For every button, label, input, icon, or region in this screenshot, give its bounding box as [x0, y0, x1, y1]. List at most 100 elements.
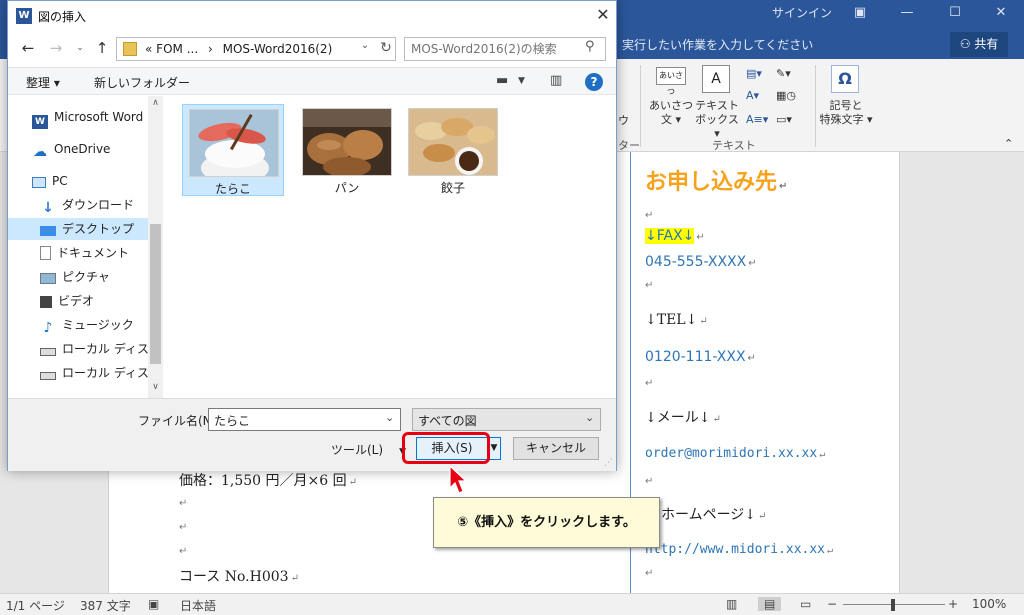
paragraph-mark: ↵	[758, 511, 767, 522]
new-folder-button[interactable]: 新しいフォルダー	[94, 74, 190, 91]
nav-item-documents[interactable]: ドキュメント	[8, 242, 148, 264]
language-indicator[interactable]: 日本語	[180, 597, 216, 614]
forward-arrow-icon[interactable]: →	[46, 37, 66, 59]
nav-label: ローカル ディスク (C	[62, 342, 148, 356]
nav-item-music[interactable]: ♪ ミュージック	[8, 314, 148, 336]
zoom-out-icon[interactable]: −	[827, 597, 837, 611]
ribbon-separator	[640, 65, 641, 147]
tel-number: 0120-111-XXX	[645, 349, 746, 365]
quick-parts-icon[interactable]: ▤▾	[746, 67, 762, 81]
breadcrumb-fom[interactable]: FOM ...	[156, 42, 198, 56]
nav-item-onedrive[interactable]: ☁ OneDrive	[8, 138, 148, 160]
date-time-icon[interactable]: ▦◷	[776, 89, 796, 103]
symbols-button[interactable]: 記号と 特殊文字 ▾	[815, 99, 877, 127]
organize-button[interactable]: 整理 ▾	[26, 74, 60, 91]
view-options-icon[interactable]: ▬	[496, 73, 508, 88]
breadcrumb-overflow[interactable]: «	[145, 42, 152, 56]
nav-item-pc[interactable]: PC	[8, 170, 148, 192]
nav-item-pictures[interactable]: ピクチャ	[8, 266, 148, 288]
zoom-slider-thumb[interactable]	[891, 599, 895, 611]
greeting-button[interactable]: あいさつ 文 ▾	[648, 99, 694, 127]
view-dropdown-icon[interactable]: ▼	[518, 76, 525, 86]
dialog-title-bar[interactable]: W 図の挿入 ✕	[8, 1, 616, 31]
search-input[interactable]	[411, 41, 581, 57]
zoom-in-icon[interactable]: +	[948, 597, 958, 611]
dialog-footer: ファイル名(N): たらこ ⌄ すべての図 ⌄ ツール(L) ▼ 挿入(S) ▼ …	[8, 398, 616, 471]
search-box[interactable]: ⚲	[404, 37, 606, 61]
print-layout-icon[interactable]: ▤	[758, 597, 782, 611]
picture-icon	[40, 273, 56, 284]
help-icon[interactable]: ?	[585, 73, 603, 91]
share-button[interactable]: ⚇ 共有	[950, 32, 1008, 57]
nav-item-local-disk-c[interactable]: ローカル ディスク (C	[8, 338, 148, 360]
home-label: ホームページ↓	[661, 507, 757, 523]
tools-menu[interactable]: ツール(L) ▼	[331, 441, 406, 458]
nav-label: ビデオ	[58, 294, 95, 308]
preview-pane-icon[interactable]: ▥	[550, 73, 562, 88]
greeting-icon: あいさつ	[656, 67, 686, 96]
proofing-icon[interactable]: ▣	[148, 597, 159, 611]
signature-line-icon[interactable]: ✎▾	[776, 67, 791, 81]
web-layout-icon[interactable]: ▭	[800, 597, 811, 611]
fax-number: 045-555-XXXX	[645, 254, 747, 270]
breadcrumb-separator[interactable]: ›	[208, 42, 213, 56]
nav-item-videos[interactable]: ビデオ	[8, 290, 148, 312]
video-icon	[40, 296, 52, 308]
file-item-tarako[interactable]: たらこ	[182, 104, 284, 196]
cancel-button[interactable]: キャンセル	[513, 437, 599, 460]
textbox-button[interactable]: テキスト ボックス ▾	[694, 99, 740, 141]
greeting-label-1: あいさつ	[649, 99, 693, 112]
nav-item-downloads[interactable]: ↓ ダウンロード	[8, 194, 148, 216]
nav-item-microsoft-word[interactable]: W Microsoft Word	[8, 106, 148, 129]
page-count[interactable]: 1/1 ページ	[6, 597, 65, 614]
filename-field[interactable]: たらこ ⌄	[208, 408, 401, 431]
file-item-gyoza[interactable]: 餃子	[402, 104, 504, 196]
wordart-icon[interactable]: A▾	[746, 89, 759, 103]
paragraph-mark: ↵	[819, 449, 826, 460]
ribbon-display-options-icon[interactable]: ▣	[845, 2, 875, 26]
signin-link[interactable]: サインイン	[772, 4, 832, 21]
address-bar[interactable]: « FOM ... › MOS-Word2016(2) ⌄ ↻	[116, 37, 396, 61]
scroll-down-icon[interactable]: ∨	[148, 382, 163, 392]
tarako-thumbnail	[189, 109, 279, 177]
dropcap-icon[interactable]: A≡▾	[746, 113, 768, 127]
nav-item-local-disk-d[interactable]: ローカル ディスク (D	[8, 362, 148, 384]
highlight-ring	[402, 432, 490, 464]
disk-icon	[40, 348, 56, 356]
chevron-down-icon[interactable]: ⌄	[385, 411, 394, 424]
paragraph-mark: ↵	[747, 353, 756, 364]
address-dropdown-icon[interactable]: ⌄	[357, 40, 373, 51]
maximize-icon[interactable]: ☐	[940, 2, 970, 26]
scroll-up-icon[interactable]: ∧	[148, 98, 163, 108]
tell-me-box[interactable]: 実行したい作業を入力してください	[622, 36, 813, 53]
paragraph-mark: ↵	[696, 232, 705, 243]
up-arrow-icon[interactable]: ↑	[92, 37, 112, 59]
breadcrumb-current[interactable]: MOS-Word2016(2)	[223, 42, 333, 56]
zoom-level[interactable]: 100%	[972, 597, 1006, 611]
scrollbar-thumb[interactable]	[150, 224, 161, 364]
close-icon[interactable]: ✕	[593, 5, 613, 25]
word-count[interactable]: 387 文字	[80, 597, 131, 614]
recent-locations-icon[interactable]: ⌄	[70, 37, 90, 59]
nav-item-desktop[interactable]: デスクトップ	[8, 218, 148, 240]
collapse-ribbon-icon[interactable]: ⌃	[1004, 137, 1013, 151]
person-icon: ⚇	[959, 37, 971, 51]
nav-label: OneDrive	[54, 142, 111, 156]
fax-label-line: ↓FAX↓ ↵	[645, 228, 705, 244]
navigation-scrollbar[interactable]: ∧ ∨	[148, 96, 163, 398]
nav-label: ダウンロード	[62, 198, 135, 212]
share-label: 共有	[974, 37, 999, 51]
word-close-icon[interactable]: ✕	[986, 2, 1016, 26]
resize-grip-icon[interactable]: ⋰	[604, 458, 613, 468]
paragraph-mark: ↵	[179, 546, 188, 557]
chevron-down-icon[interactable]: ⌄	[585, 411, 594, 424]
refresh-icon[interactable]: ↻	[377, 38, 395, 58]
object-icon[interactable]: ▭▾	[776, 113, 792, 127]
read-mode-icon[interactable]: ▥	[726, 597, 737, 611]
minimize-icon[interactable]: —	[892, 2, 922, 26]
file-item-pan[interactable]: パン	[296, 104, 398, 196]
back-arrow-icon[interactable]: ←	[18, 37, 38, 59]
tel-number-line: 0120-111-XXX ↵	[645, 349, 756, 365]
filetype-select[interactable]: すべての図 ⌄	[412, 408, 601, 431]
course-line: コース No.H003 ↵	[179, 566, 299, 586]
